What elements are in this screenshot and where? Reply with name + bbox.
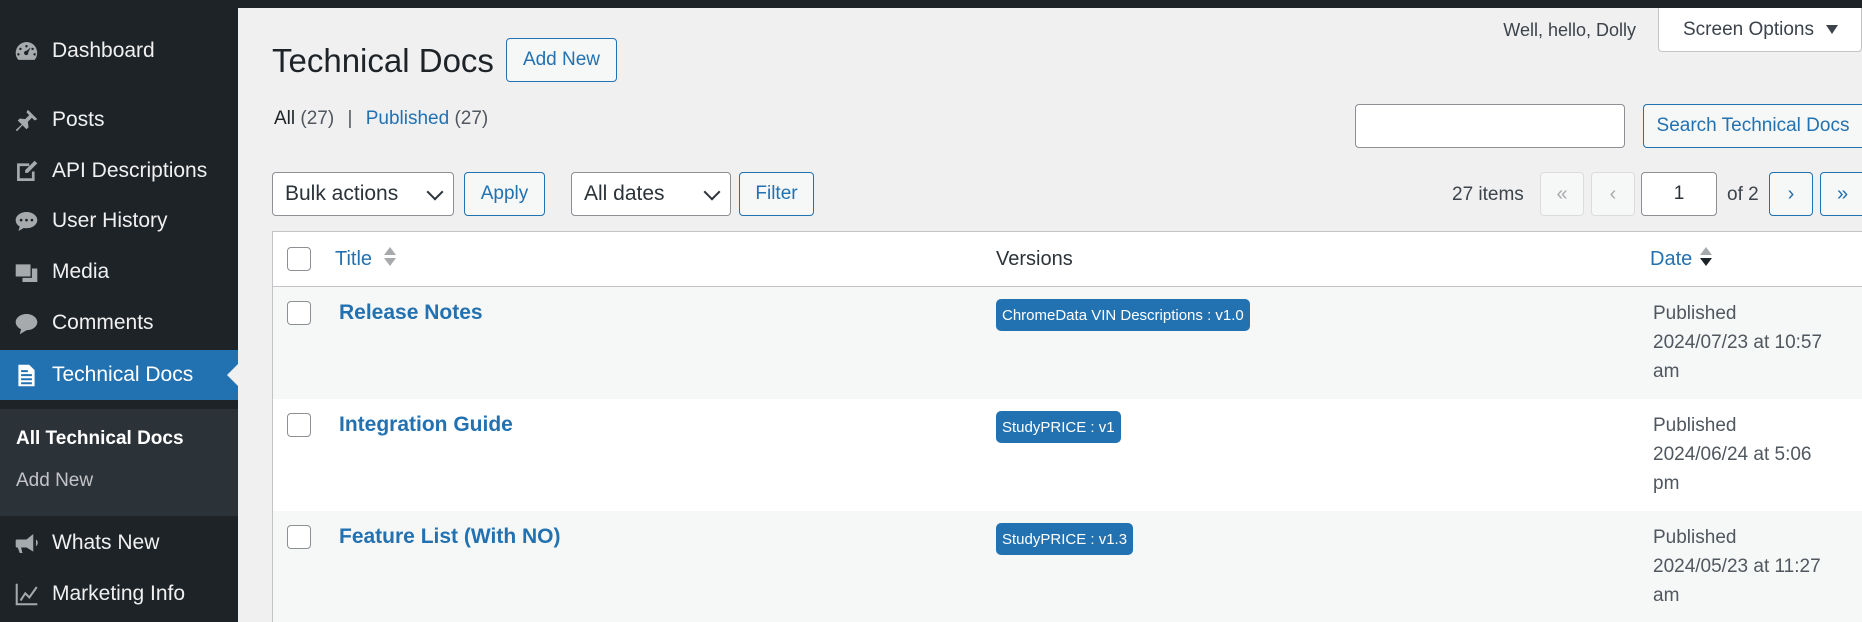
row-status: Published — [1653, 303, 1737, 324]
sidebar-item-comments[interactable]: Comments — [0, 298, 238, 348]
version-badge[interactable]: ChromeData VIN Descriptions : v1.0 — [996, 299, 1250, 331]
row-date: Published 2024/05/23 at 11:27 am — [1653, 523, 1853, 610]
sort-icon[interactable] — [383, 247, 397, 269]
filter-published-count: (27) — [454, 108, 489, 129]
sidebar-item-label: Media — [52, 260, 110, 283]
date-filter-value: All dates — [584, 182, 665, 205]
screen-options-label: Screen Options — [1683, 18, 1814, 40]
comment-icon — [11, 308, 41, 338]
row-datetime: 2024/06/24 at 5:06 — [1653, 444, 1812, 465]
search-technical-docs-button[interactable]: Search Technical Docs — [1643, 104, 1862, 148]
chat-icon — [11, 206, 41, 236]
sidebar-item-media[interactable]: Media — [0, 247, 238, 297]
apply-button[interactable]: Apply — [464, 172, 545, 216]
table-row: Integration Guide StudyPRICE : v1 Publis… — [273, 399, 1862, 511]
row-checkbox[interactable] — [287, 525, 311, 549]
main-content: Well, hello, Dolly Screen Options Techni… — [238, 8, 1862, 622]
sidebar-item-label: API Descriptions — [52, 159, 208, 182]
select-all-checkbox[interactable] — [287, 247, 311, 271]
sidebar-item-label: Dashboard — [52, 39, 155, 62]
sidebar-item-label: Posts — [52, 108, 105, 131]
filter-all-link[interactable]: All — [274, 108, 295, 129]
prev-page-button: ‹ — [1591, 172, 1635, 216]
first-page-button: « — [1540, 172, 1584, 216]
sidebar-item-label: User History — [52, 209, 168, 232]
sidebar-item-technical-docs[interactable]: Technical Docs — [0, 350, 238, 400]
screen-options-button[interactable]: Screen Options — [1658, 8, 1862, 52]
row-status: Published — [1653, 527, 1737, 548]
sidebar-item-label: Marketing Info — [52, 582, 186, 605]
submenu-all-technical-docs[interactable]: All Technical Docs — [16, 428, 184, 450]
total-pages: of 2 — [1727, 184, 1759, 205]
table-row: Feature List (With NO) StudyPRICE : v1.3… — [273, 511, 1862, 622]
chart-line-icon — [11, 579, 41, 609]
filter-separator: | — [347, 108, 353, 129]
chevron-down-icon — [703, 183, 721, 201]
column-date-header[interactable]: Date — [1650, 248, 1692, 271]
edit-icon — [11, 156, 41, 186]
submenu-add-new[interactable]: Add New — [16, 470, 93, 492]
row-checkbox[interactable] — [287, 301, 311, 325]
admin-sidebar: Dashboard Posts API Descriptions User Hi… — [0, 8, 238, 622]
sidebar-item-label: Technical Docs — [52, 363, 194, 386]
row-date: Published 2024/07/23 at 10:57 am — [1653, 299, 1853, 386]
next-page-button[interactable]: › — [1769, 172, 1813, 216]
pin-icon — [11, 105, 41, 135]
table-header: Title Versions Date — [273, 232, 1862, 287]
chevron-down-icon — [426, 183, 444, 201]
document-icon — [11, 360, 41, 390]
row-checkbox[interactable] — [287, 413, 311, 437]
filter-button[interactable]: Filter — [739, 172, 814, 216]
sidebar-item-api-descriptions[interactable]: API Descriptions — [0, 146, 238, 196]
current-page-input[interactable]: 1 — [1641, 172, 1717, 216]
bulk-actions-value: Bulk actions — [285, 182, 399, 205]
caret-down-icon — [1825, 25, 1838, 34]
media-icon — [11, 257, 41, 287]
row-ampm: pm — [1653, 473, 1680, 494]
filter-all-count: (27) — [300, 108, 335, 129]
dashboard-icon — [11, 36, 41, 66]
sort-desc-icon[interactable] — [1699, 247, 1713, 269]
filter-published-link[interactable]: Published — [366, 108, 449, 129]
last-page-button[interactable]: » — [1820, 172, 1862, 216]
date-filter-select[interactable]: All dates — [571, 172, 731, 216]
sidebar-item-user-history[interactable]: User History — [0, 196, 238, 246]
search-input[interactable] — [1355, 104, 1625, 148]
page-title: Technical Docs — [272, 42, 494, 79]
row-ampm: am — [1653, 361, 1680, 382]
row-datetime: 2024/05/23 at 11:27 — [1653, 556, 1821, 577]
column-title-header[interactable]: Title — [335, 248, 372, 271]
sidebar-item-label: Whats New — [52, 531, 160, 554]
row-datetime: 2024/07/23 at 10:57 — [1653, 332, 1823, 353]
technical-docs-submenu: All Technical Docs Add New — [0, 409, 238, 516]
row-status: Published — [1653, 415, 1737, 436]
sidebar-item-whats-new[interactable]: Whats New — [0, 518, 238, 568]
docs-table: Title Versions Date Release Notes Chrome… — [272, 231, 1862, 622]
sidebar-item-dashboard[interactable]: Dashboard — [0, 26, 238, 76]
table-row: Release Notes ChromeData VIN Description… — [273, 287, 1862, 399]
user-greeting[interactable]: Well, hello, Dolly — [1503, 20, 1636, 41]
version-badge[interactable]: StudyPRICE : v1 — [996, 411, 1121, 443]
sidebar-item-label: Comments — [52, 311, 154, 334]
sidebar-item-marketing-info[interactable]: Marketing Info — [0, 569, 238, 619]
status-filter-links: All (27) | Published (27) — [274, 108, 488, 130]
row-title-link[interactable]: Integration Guide — [339, 413, 513, 437]
items-count: 27 items — [1452, 184, 1524, 205]
row-date: Published 2024/06/24 at 5:06 pm — [1653, 411, 1853, 498]
megaphone-icon — [11, 528, 41, 558]
row-ampm: am — [1653, 585, 1680, 606]
sidebar-item-posts[interactable]: Posts — [0, 95, 238, 145]
column-versions-header: Versions — [996, 248, 1073, 270]
add-new-button[interactable]: Add New — [506, 38, 617, 82]
admin-bar — [0, 0, 1862, 8]
row-title-link[interactable]: Feature List (With NO) — [339, 525, 560, 549]
bulk-actions-select[interactable]: Bulk actions — [272, 172, 454, 216]
row-title-link[interactable]: Release Notes — [339, 301, 483, 325]
version-badge[interactable]: StudyPRICE : v1.3 — [996, 523, 1134, 555]
